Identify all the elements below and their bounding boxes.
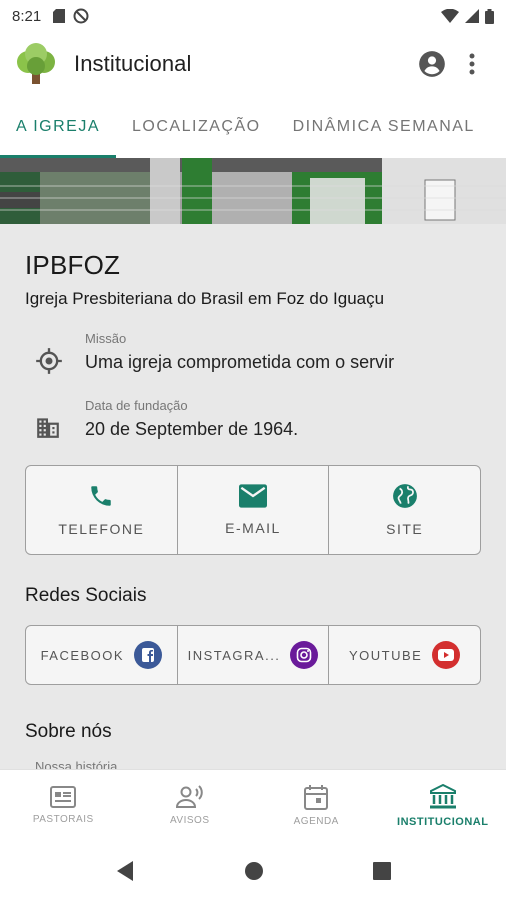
contact-button-group: TELEFONE E-MAIL SITE [25,465,481,555]
announcement-icon [175,785,203,808]
bottom-navigation: PASTORAIS AVISOS AGENDA INSTITUCIONAL [0,769,506,841]
system-navigation-bar [0,841,506,900]
instagram-button[interactable]: INSTAGRA... [176,626,329,684]
do-not-disturb-icon [73,8,89,24]
building-icon [37,418,59,438]
church-name: IPBFOZ [25,250,121,280]
nav-institucional-label: INSTITUCIONAL [397,815,489,828]
youtube-button[interactable]: YOUTUBE [328,626,480,684]
phone-icon [91,486,112,506]
site-label: SITE [386,521,424,537]
youtube-label: YOUTUBE [349,647,423,663]
more-vert-icon [469,53,475,75]
about-section-title: Sobre nós [25,721,112,742]
app-title: Institucional [74,51,192,76]
battery-icon [485,8,494,24]
signal-icon [465,9,479,23]
nav-pastorais-label: PASTORAIS [32,814,94,825]
target-icon [36,348,62,374]
nav-agenda-label: AGENDA [293,816,339,827]
home-icon[interactable] [244,861,264,881]
church-full-name: Igreja Presbiteriana do Brasil em Foz do… [25,289,385,308]
tab-bar: A IGREJA LOCALIZAÇÃO DINÂMICA SEMANAL [0,96,506,158]
calendar-icon [304,785,329,810]
facebook-label: FACEBOOK [40,647,125,663]
social-button-group: FACEBOOK INSTAGRA... YOUTUBE [25,625,481,685]
foundation-value: 20 de September de 1964. [85,419,299,439]
phone-label: TELEFONE [58,521,145,537]
recents-icon[interactable] [373,861,392,880]
church-info-content: IPBFOZ Igreja Presbiteriana do Brasil em… [0,224,506,769]
mail-icon [239,484,267,508]
back-icon[interactable] [115,860,135,882]
tab-localizacao[interactable]: LOCALIZAÇÃO [116,96,277,158]
mission-label: Missão [85,331,127,346]
newspaper-icon [50,786,77,808]
nav-agenda[interactable]: AGENDA [253,770,380,841]
tab-a-igreja[interactable]: A IGREJA [0,96,117,158]
church-banner-image [0,158,506,224]
foundation-row: Data de fundação 20 de September de 1964… [25,398,481,445]
tree-logo-icon [17,43,55,84]
instagram-label: INSTAGRA... [187,647,281,663]
site-button[interactable]: SITE [328,466,480,554]
phone-button[interactable]: TELEFONE [26,466,177,554]
facebook-icon [134,641,163,669]
foundation-label: Data de fundação [85,398,188,413]
email-label: E-MAIL [225,520,281,536]
globe-icon [392,484,417,508]
sd-card-icon [53,9,66,23]
instagram-icon [290,641,319,669]
wifi-icon [441,9,459,23]
nav-avisos-label: AVISOS [170,815,210,826]
tab-dinamica-semanal[interactable]: DINÂMICA SEMANAL [277,96,491,158]
more-options-button[interactable] [452,44,492,84]
youtube-icon [432,641,461,669]
facebook-button[interactable]: FACEBOOK [26,626,177,684]
mission-row: Missão Uma igreja comprometida com o ser… [25,331,481,380]
institution-icon [429,783,456,808]
status-bar: 8:21 [0,0,506,32]
account-button[interactable] [412,44,452,84]
status-time: 8:21 [12,7,42,25]
nav-institucional[interactable]: INSTITUCIONAL [380,770,506,841]
about-history-label: Nossa história [35,759,118,769]
app-bar: Institucional [0,32,506,96]
social-section-title: Redes Sociais [25,585,147,606]
nav-pastorais[interactable]: PASTORAIS [0,770,127,841]
mission-value: Uma igreja comprometida com o servir [85,352,395,372]
nav-avisos[interactable]: AVISOS [127,770,254,841]
account-circle-icon [419,51,445,77]
email-button[interactable]: E-MAIL [176,466,329,554]
